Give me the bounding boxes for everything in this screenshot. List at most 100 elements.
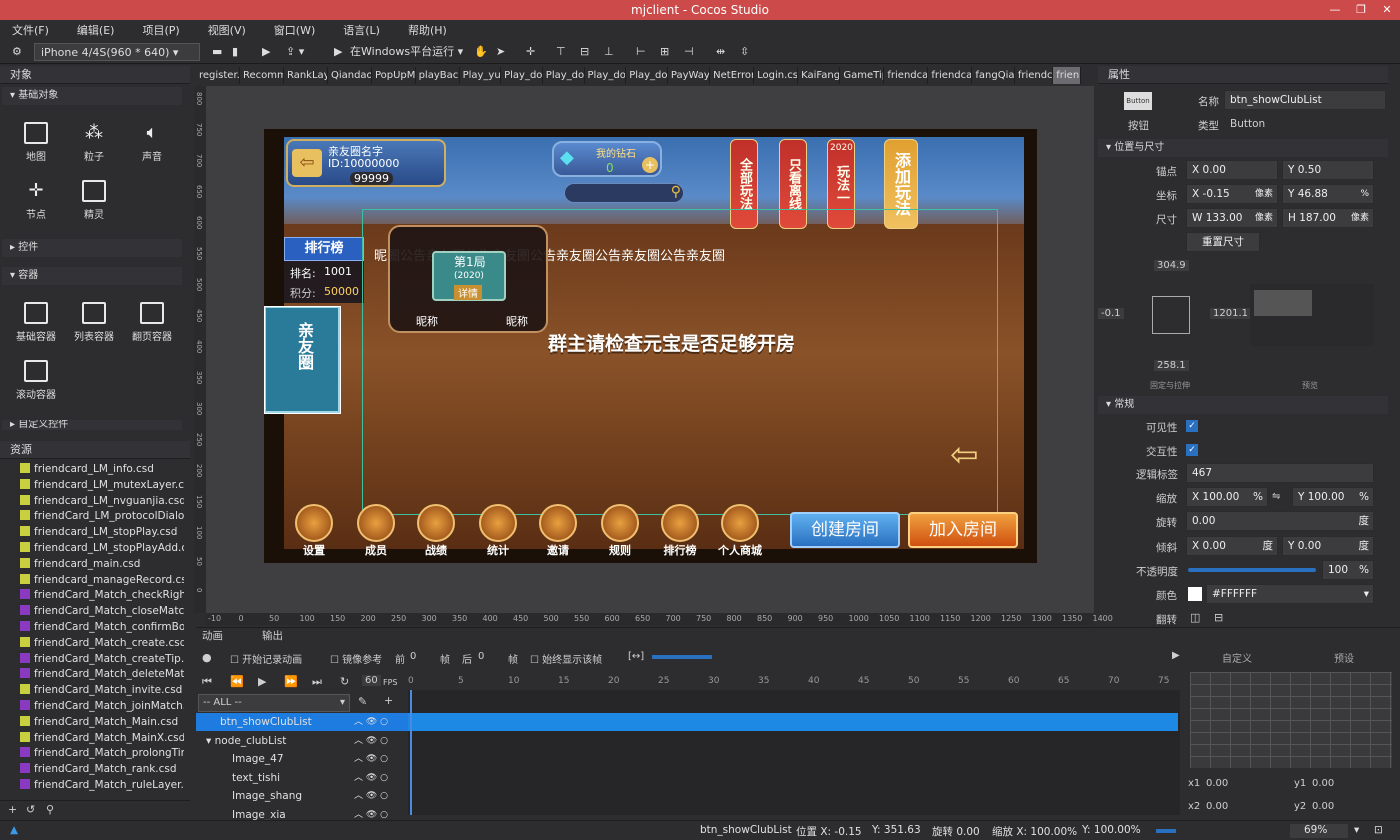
prev-frame-field[interactable]: 0 (410, 651, 416, 662)
scale-y-field[interactable]: Y 100.00% (1292, 487, 1374, 507)
document-tab[interactable]: Play_do (501, 67, 543, 84)
curve-tab-custom[interactable]: 自定义 (1222, 650, 1252, 665)
document-tab[interactable]: PayWay (668, 67, 711, 84)
refresh-icon[interactable]: ↺ (26, 803, 35, 816)
height-field[interactable]: H 187.00 像素 (1282, 208, 1374, 228)
sprite-object[interactable]: 精灵 (69, 180, 119, 221)
particle-object[interactable]: ⁂ 粒子 (69, 122, 119, 163)
resource-item[interactable]: friendcard_LM_stopPlay.csd (20, 525, 184, 541)
resource-item[interactable]: friendCard_Match_deleteMatc (20, 667, 184, 683)
height-unit[interactable]: 像素 (1351, 209, 1369, 227)
resource-item[interactable]: friendcard_LM_mutexLayer.cs (20, 478, 184, 494)
document-tab[interactable]: frien (1053, 67, 1081, 84)
timeline-zoom-slider[interactable] (652, 655, 712, 659)
first-frame-icon[interactable]: ⏮ (202, 675, 212, 689)
warning-icon[interactable]: ▲ (10, 824, 18, 836)
rank-title[interactable]: 排行榜 (284, 237, 364, 261)
timeline-node-row[interactable]: Image_47 ︿ 👁︎ ○ (196, 750, 406, 768)
page-container-object[interactable]: 翻页容器 (127, 302, 177, 343)
anchor-x-field[interactable]: X 0.00 (1186, 160, 1278, 180)
curve-tab-preset[interactable]: 预设 (1334, 650, 1354, 665)
sound-object[interactable]: 🔈︎ 声音 (127, 122, 177, 163)
timeline-node-row[interactable]: ▾ node_clubList ︿ 👁︎ ○ (196, 732, 406, 750)
play-icon[interactable]: ▶ (262, 43, 270, 61)
opacity-field[interactable]: 100% (1322, 560, 1374, 580)
y2-field[interactable]: 0.00 (1312, 801, 1334, 812)
add-icon[interactable]: + (8, 803, 17, 816)
containers-section[interactable]: ▾ 容器 (2, 267, 182, 285)
margin-right-field[interactable]: 1201.1 (1210, 308, 1251, 319)
y1-field[interactable]: 0.00 (1312, 778, 1334, 789)
menu-help[interactable]: 帮助(H) (408, 22, 447, 38)
width-unit[interactable]: 像素 (1255, 209, 1273, 227)
document-tab[interactable]: friendc (1015, 67, 1054, 84)
position-x-field[interactable]: X -0.15 像素 (1186, 184, 1278, 204)
run-icon[interactable]: ▶ (334, 43, 342, 61)
always-show-checkbox[interactable]: ☐ 始终显示该帧 (530, 651, 602, 666)
landscape-icon[interactable]: ▬ (212, 43, 222, 61)
custom-controls-section[interactable]: ▸ 自定义控件 (2, 420, 182, 430)
distribute-v-icon[interactable]: ⇳ (740, 43, 749, 61)
tab-animation[interactable]: 动画 (202, 628, 223, 643)
resource-item[interactable]: friendCard_Match_joinMatch.c (20, 699, 184, 715)
align-center-icon[interactable]: ⊞ (660, 43, 669, 61)
crosshair-icon[interactable]: ✛ (526, 43, 535, 61)
document-tab[interactable]: KaiFang (798, 67, 841, 84)
scroll-container-object[interactable]: 滚动容器 (11, 360, 61, 401)
hand-tool-icon[interactable]: ✋ (474, 43, 488, 61)
bottom-shop[interactable]: 个人商城 (712, 504, 768, 558)
margin-left-field[interactable]: -0.1 (1098, 308, 1124, 319)
resource-item[interactable]: friendcard_LM_info.csd (20, 462, 184, 478)
device-select[interactable]: iPhone 4/4S(960 * 640) ▾ (34, 43, 200, 61)
node-object[interactable]: ✛ 节点 (11, 180, 61, 221)
document-tab[interactable]: playBack (416, 67, 460, 84)
timeline-node-row[interactable]: btn_showClubList ︿ 👁︎ ○ (196, 713, 406, 731)
align-bottom-icon[interactable]: ⊥ (604, 43, 614, 61)
search-field[interactable]: ⚲ (564, 183, 684, 203)
node-filter-select[interactable]: -- ALL -- ▾ (198, 694, 350, 712)
document-tab[interactable]: Qiandao (328, 67, 372, 84)
flip-horizontal-icon[interactable]: ◫ (1190, 611, 1200, 624)
flip-vertical-icon[interactable]: ⊟ (1214, 611, 1223, 624)
document-tab[interactable]: Play_yu (460, 67, 502, 84)
scale-x-field[interactable]: X 100.00% (1186, 487, 1268, 507)
margin-top-field[interactable]: 304.9 (1154, 260, 1189, 271)
tab-output[interactable]: 输出 (262, 628, 283, 643)
minimize-button[interactable]: — (1322, 0, 1348, 20)
bottom-rules[interactable]: 规则 (600, 504, 640, 558)
opacity-slider[interactable] (1188, 568, 1316, 572)
align-top-icon[interactable]: ⊤ (556, 43, 566, 61)
next-frame-icon[interactable]: ⏩ (284, 675, 298, 688)
document-tab[interactable]: RankLay (284, 67, 328, 84)
zoom-field[interactable]: 69% (1290, 824, 1348, 838)
back-arrow-icon[interactable]: ⇦ (292, 149, 322, 177)
menu-view[interactable]: 视图(V) (208, 22, 246, 38)
playhead[interactable] (410, 690, 412, 815)
width-field[interactable]: W 133.00 像素 (1186, 208, 1278, 228)
bottom-stats[interactable]: 统计 (478, 504, 518, 558)
left-arrow-icon[interactable]: ⇦ (950, 435, 979, 475)
search-icon[interactable]: ⚲ (46, 803, 54, 816)
tag-field[interactable]: 467 (1186, 463, 1374, 483)
general-section[interactable]: ▾ 常规 (1098, 396, 1388, 414)
rotation-field[interactable]: 0.00 度 (1186, 511, 1374, 531)
resource-item[interactable]: friendCard_Match_closeMatch (20, 604, 184, 620)
bottom-invite[interactable]: 邀请 (538, 504, 578, 558)
close-button[interactable]: ✕ (1374, 0, 1400, 20)
position-y-field[interactable]: Y 46.88% (1282, 184, 1374, 204)
resource-item[interactable]: friendCard_Match_MainX.csd (20, 731, 184, 747)
interactive-checkbox[interactable]: ✓ (1186, 444, 1198, 456)
record-icon[interactable]: ● (202, 651, 212, 664)
play-curve-icon[interactable]: ▶ (1172, 650, 1180, 661)
anchor-y-field[interactable]: Y 0.50 (1282, 160, 1374, 180)
add-frame-icon[interactable]: + (384, 694, 393, 707)
run-target-select[interactable]: 在Windows平台运行 ▾ (350, 43, 463, 61)
name-field[interactable]: btn_showClubList (1224, 90, 1386, 110)
edit-icon[interactable]: ✎ (358, 695, 367, 708)
resource-item[interactable]: friendcard_manageRecord.csd (20, 573, 184, 589)
start-record-checkbox[interactable]: ☐ 开始记录动画 (230, 651, 302, 666)
publish-icon[interactable]: ⇪ ▾ (286, 43, 304, 61)
basic-objects-section[interactable]: ▾ 基础对象 (2, 87, 182, 105)
bottom-settings[interactable]: 设置 (294, 504, 334, 558)
resource-item[interactable]: friendCard_Match_Main.csd (20, 715, 184, 731)
